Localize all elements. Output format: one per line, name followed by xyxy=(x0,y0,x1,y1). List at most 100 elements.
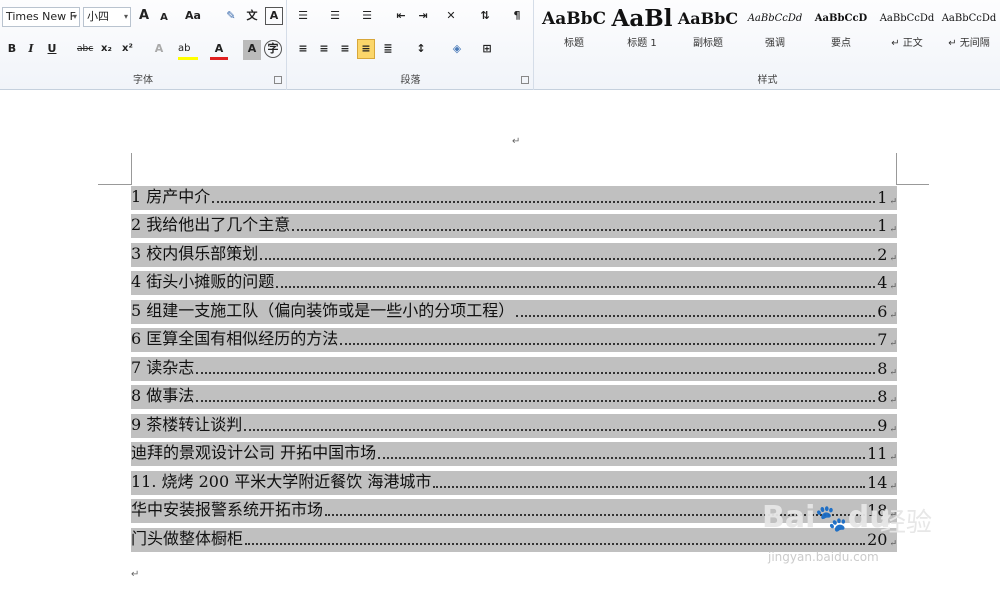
multilevel-list-icon[interactable]: ☰ xyxy=(358,7,376,27)
borders-icon[interactable]: ⊞ xyxy=(478,40,496,60)
shrink-font-button[interactable]: A xyxy=(155,9,173,29)
align-right-icon[interactable]: ≡ xyxy=(336,40,354,60)
style-title[interactable]: AaBbC 标题 xyxy=(541,4,607,54)
line-spacing-icon[interactable]: ↕ xyxy=(412,40,430,60)
phonetic-guide-icon[interactable]: 文 xyxy=(243,7,261,27)
styles-group-label: 样式 xyxy=(757,75,778,86)
increase-indent-icon[interactable]: ⇥ xyxy=(414,7,432,27)
watermark-url: jingyan.baidu.com xyxy=(768,550,879,564)
toc-page-number: 11 xyxy=(867,444,888,463)
baidu-logo-icon: Bai🐾du xyxy=(762,500,891,535)
strikethrough-button[interactable]: abc xyxy=(77,40,93,60)
toc-entry[interactable]: 5 组建一支施工队（偏向装饰或是一些小的分项工程） 6 ↵ xyxy=(131,300,897,324)
toc-entry[interactable]: 4 街头小摊贩的问题 4 ↵ xyxy=(131,271,897,295)
numbering-icon[interactable]: ☰ xyxy=(326,7,344,27)
style-name: ↵ 无间隔 xyxy=(948,38,990,49)
paragraph-mark: ↵ xyxy=(889,482,897,492)
change-case-button[interactable]: Aa xyxy=(185,7,211,27)
align-center-icon[interactable]: ≡ xyxy=(315,40,333,60)
grow-font-button[interactable]: A xyxy=(135,7,153,27)
distributed-icon[interactable]: ≣ xyxy=(379,40,397,60)
margin-corner-mark xyxy=(131,153,132,185)
style-sample: AaBbCcDd xyxy=(747,13,803,24)
toc-page-number: 6 xyxy=(877,302,888,321)
paragraph-group-label: 段落 xyxy=(400,75,421,86)
style-sample: AaBbC xyxy=(542,9,606,29)
toc-dot-leader xyxy=(196,400,876,402)
toc-entry[interactable]: 8 做事法 8 ↵ xyxy=(131,385,897,409)
decrease-indent-icon[interactable]: ⇤ xyxy=(392,7,410,27)
text-effects-icon[interactable]: A xyxy=(150,40,168,60)
subscript-button[interactable]: x₂ xyxy=(101,40,112,60)
font-group: Times New F ▾ 小四 ▾ A A Aa ✎ 文 A B I U ab… xyxy=(0,0,287,90)
show-marks-icon[interactable]: ¶ xyxy=(508,7,526,27)
justify-icon[interactable]: ≡ xyxy=(357,39,375,59)
paragraph-mark: ↵ xyxy=(131,569,140,580)
sort-icon[interactable]: ⇅ xyxy=(476,7,494,27)
font-dialog-launcher-icon[interactable] xyxy=(274,76,282,84)
toc-entry[interactable]: 2 我给他出了几个主意 1 ↵ xyxy=(131,214,897,238)
chevron-down-icon: ▾ xyxy=(72,12,77,21)
style-normal[interactable]: AaBbCcDd ↵ 正文 xyxy=(874,4,940,54)
paragraph-mark: ↵ xyxy=(889,225,897,235)
paragraph-mark: ↵ xyxy=(889,453,897,463)
toc-dot-leader xyxy=(433,486,866,488)
paragraph-mark: ↵ xyxy=(512,136,521,147)
toc-entry[interactable]: 迪拜的景观设计公司 开拓中国市场 11 ↵ xyxy=(131,442,897,466)
font-size-combo[interactable]: 小四 ▾ xyxy=(83,7,131,27)
paragraph-mark: ↵ xyxy=(889,396,897,406)
highlight-icon[interactable]: ab xyxy=(178,40,198,60)
toc-entry[interactable]: 7 读杂志 8 ↵ xyxy=(131,357,897,381)
toc-dot-leader xyxy=(196,372,876,374)
paragraph-mark: ↵ xyxy=(889,368,897,378)
superscript-button[interactable]: x² xyxy=(122,40,133,60)
paragraph-mark: ↵ xyxy=(889,282,897,292)
toc-dot-leader xyxy=(378,457,866,459)
margin-corner-mark xyxy=(896,153,897,185)
style-name: 要点 xyxy=(831,38,851,49)
shading-icon[interactable]: ◈ xyxy=(448,40,466,60)
style-sample: AaBbCcDd xyxy=(941,13,997,24)
style-sample: AaBbCcD xyxy=(814,13,868,24)
style-strong[interactable]: AaBbCcD 要点 xyxy=(808,4,874,54)
toc-entry-title: 华中安装报警系统开拓市场 xyxy=(131,500,324,519)
margin-corner-mark xyxy=(896,184,929,185)
toc-entry-title: 迪拜的景观设计公司 开拓中国市场 xyxy=(131,443,377,462)
paragraph-mark: ↵ xyxy=(889,311,897,321)
toc-entry-title: 2 我给他出了几个主意 xyxy=(131,215,291,234)
document-page[interactable]: ↵ 1 房产中介 1 ↵ 2 我给他出了几个主意 1 ↵ 3 校内俱乐部策划 2 ↵ 4 街头小摊… xyxy=(0,91,1000,601)
toc-page-number: 14 xyxy=(867,473,888,492)
toc-entry[interactable]: 1 房产中介 1 ↵ xyxy=(131,186,897,210)
toc-entry-title: 3 校内俱乐部策划 xyxy=(131,244,259,263)
toc-entry[interactable]: 3 校内俱乐部策划 2 ↵ xyxy=(131,243,897,267)
align-left-icon[interactable]: ≡ xyxy=(294,40,312,60)
style-sample: AaBl xyxy=(611,5,673,32)
character-shading-icon[interactable]: A xyxy=(243,40,261,60)
bullets-icon[interactable]: ☰ xyxy=(294,7,312,27)
character-border-icon[interactable]: A xyxy=(265,7,283,25)
enclosed-character-icon[interactable]: 字 xyxy=(264,40,282,58)
toc-entry[interactable]: 6 匡算全国有相似经历的方法 7 ↵ xyxy=(131,328,897,352)
toc-page-number: 9 xyxy=(877,416,888,435)
italic-button[interactable]: I xyxy=(22,40,40,60)
toc-entry[interactable]: 9 茶楼转让谈判 9 ↵ xyxy=(131,414,897,438)
toc-page-number: 4 xyxy=(877,273,888,292)
font-name-combo[interactable]: Times New F ▾ xyxy=(2,7,80,27)
style-heading-1[interactable]: AaBl 标题 1 xyxy=(609,4,675,54)
style-emphasis[interactable]: AaBbCcDd 强调 xyxy=(742,4,808,54)
margin-corner-mark xyxy=(98,184,131,185)
chinese-layout-icon[interactable]: ✕ xyxy=(442,7,460,27)
style-name: 副标题 xyxy=(693,38,723,49)
bold-button[interactable]: B xyxy=(3,40,21,60)
style-no-spacing[interactable]: AaBbCcDd ↵ 无间隔 xyxy=(938,4,1000,54)
toc-entry-title: 1 房产中介 xyxy=(131,187,211,206)
toc-entry-title: 8 做事法 xyxy=(131,386,195,405)
toc-page-number: 8 xyxy=(877,359,888,378)
underline-button[interactable]: U xyxy=(43,40,61,60)
paragraph-dialog-launcher-icon[interactable] xyxy=(521,76,529,84)
style-subtitle[interactable]: AaBbC 副标题 xyxy=(675,4,741,54)
toc-dot-leader xyxy=(516,315,876,317)
font-color-button[interactable]: A xyxy=(210,40,228,60)
style-name: 标题 1 xyxy=(627,38,657,49)
clear-format-icon[interactable]: ✎ xyxy=(222,7,240,27)
